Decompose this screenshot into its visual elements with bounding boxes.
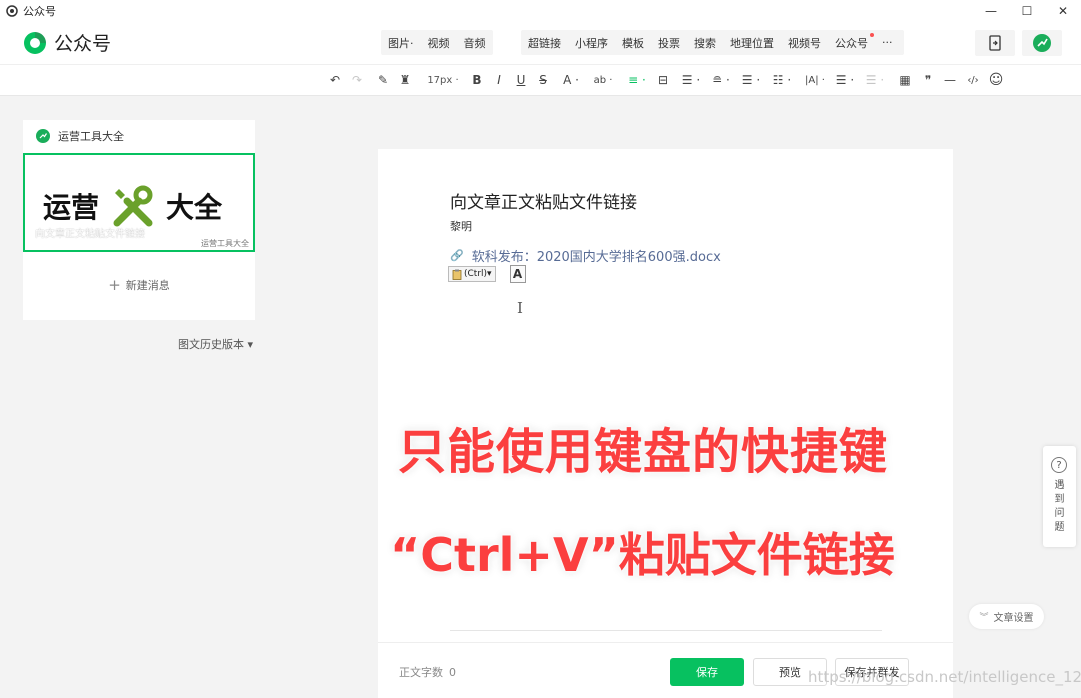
cover-text-left: 运营 [43, 191, 100, 224]
file-link-text: 软科发布：2020国内大学排名600强.docx [471, 250, 721, 265]
word-count-value: 0 [449, 666, 456, 679]
notification-dot [870, 32, 874, 37]
menu-search[interactable]: 搜索 [687, 35, 723, 51]
cover-caption: 向文章正文粘贴文件链接 [35, 229, 145, 240]
font-size-select[interactable]: 17px · [424, 65, 462, 95]
window-title-bar: 公众号 — ☐ ✕ [0, 0, 1081, 22]
paragraph-button[interactable]: ☰ · [864, 65, 886, 95]
italic-button[interactable]: I [493, 65, 505, 95]
quote-button[interactable]: ❞ [921, 65, 935, 95]
help-widget[interactable]: ? 遇到问题 [1043, 446, 1076, 547]
account-row: 运营工具大全 [36, 128, 124, 144]
undo-button[interactable]: ↶ [328, 65, 342, 95]
redo-button[interactable]: ↷ [350, 65, 364, 95]
app-header: 公众号 图片· 视频 音频 超链接 小程序 模板 投票 搜索 地理位置 视频号 … [0, 22, 1081, 64]
word-count-label: 正文字数 [399, 666, 443, 679]
link-icon: 🔗 [450, 249, 464, 262]
watermark: https://blog.csdn.net/intelligence_123 [808, 668, 1081, 686]
text-cursor-icon: I [517, 299, 523, 317]
account-avatar-icon [36, 129, 50, 143]
new-message-label: 新建消息 [125, 279, 170, 292]
ordered-list-button[interactable]: ☰ · [834, 65, 856, 95]
align-left-button[interactable]: ≡ · [626, 65, 648, 95]
app-logo-icon [6, 5, 18, 17]
menu-mini-program[interactable]: 小程序 [568, 35, 615, 51]
brand: 公众号 [22, 29, 111, 56]
font-color-button[interactable]: A · [560, 65, 582, 95]
article-settings-button[interactable]: ︾ 文章设置 [969, 604, 1044, 629]
format-painter-button[interactable]: ✎ [376, 65, 390, 95]
menu-template[interactable]: 模板 [615, 35, 651, 51]
text-format-icon[interactable]: A [509, 265, 526, 283]
phone-icon [989, 35, 1001, 51]
menu-hyperlink[interactable]: 超链接 [521, 35, 568, 51]
history-versions-link[interactable]: 图文历史版本 ▾ [178, 336, 253, 352]
menu-official-account-label: 公众号 [835, 36, 868, 50]
letter-spacing-button[interactable]: |A| · [802, 65, 828, 95]
help-label: 遇到问题 [1054, 480, 1065, 533]
strikethrough-button[interactable]: S [537, 65, 549, 95]
indent-button[interactable]: ⊟ [656, 65, 670, 95]
menu-audio[interactable]: 音频 [457, 35, 493, 51]
divider-button[interactable]: — [943, 65, 957, 95]
article-cover[interactable]: 运营 大全 向文章正文粘贴文件链接 运营工具大全 [23, 153, 255, 252]
menu-more[interactable]: ··· [875, 36, 900, 49]
plus-icon: + [108, 276, 121, 294]
annotation-line-2: “Ctrl+V”粘贴文件链接 [389, 527, 896, 583]
article-author[interactable]: 黎明 [450, 218, 472, 234]
clear-format-button[interactable]: ♜ [398, 65, 412, 95]
close-button[interactable]: ✕ [1045, 0, 1081, 22]
brand-label: 公众号 [54, 33, 112, 55]
article-settings-label: 文章设置 [993, 613, 1034, 624]
code-button[interactable]: ‹/› [964, 65, 982, 95]
maximize-button[interactable]: ☐ [1009, 0, 1045, 22]
emoji-button[interactable]: ☺ [988, 65, 1004, 95]
annotation-line-1: 只能使用键盘的快捷键 [397, 423, 889, 481]
menu-image[interactable]: 图片· [381, 35, 421, 51]
article-title[interactable]: 向文章正文粘贴文件链接 [450, 188, 637, 213]
background-color-button[interactable]: ab · [590, 65, 616, 95]
cover-mark: 运营工具大全 [201, 239, 249, 248]
menu-channels[interactable]: 视频号 [781, 35, 828, 51]
menu-official-account[interactable]: 公众号 [828, 32, 875, 51]
clipboard-icon [452, 269, 462, 280]
window-title: 公众号 [23, 5, 56, 18]
cover-text-right: 大全 [166, 191, 223, 224]
chevron-down-icon: ︾ [979, 613, 989, 623]
underline-button[interactable]: U [515, 65, 527, 95]
brand-logo-icon [24, 31, 46, 54]
menu-location[interactable]: 地理位置 [723, 35, 781, 51]
minimize-button[interactable]: — [973, 0, 1009, 22]
window-controls: — ☐ ✕ [973, 0, 1081, 22]
account-avatar-button[interactable] [1022, 30, 1062, 56]
file-link[interactable]: 🔗 软科发布：2020国内大学排名600强.docx [450, 246, 721, 265]
paste-options-label: (Ctrl)▾ [464, 269, 492, 279]
word-count: 正文字数 0 [399, 664, 456, 680]
article-list-card: 运营工具大全 运营 大全 向文章正文粘贴文件链接 运营工具大全 + 新建消息 [23, 120, 255, 320]
save-button[interactable]: 保存 [670, 658, 744, 686]
paragraph-spacing-button[interactable]: ☰ · [740, 65, 762, 95]
line-height-button[interactable]: ≘ · [710, 65, 732, 95]
insert-menu: 超链接 小程序 模板 投票 搜索 地理位置 视频号 公众号 ··· [521, 30, 904, 55]
menu-video[interactable]: 视频 [421, 35, 457, 51]
mobile-preview-button[interactable] [975, 30, 1015, 56]
tools-icon [113, 185, 153, 227]
menu-vote[interactable]: 投票 [651, 35, 687, 51]
editor-divider [450, 630, 882, 631]
avatar-icon [1033, 34, 1051, 52]
list-style-button[interactable]: ☷ · [771, 65, 793, 95]
format-toolbar: ↶ ↷ ✎ ♜ 17px · B I U S A · ab · ≡ · ⊟ ☰ … [0, 64, 1081, 96]
new-message-button[interactable]: + 新建消息 [23, 276, 255, 294]
paste-options-button[interactable]: (Ctrl)▾ [448, 266, 496, 282]
question-icon: ? [1051, 457, 1067, 473]
paste-options: (Ctrl)▾ A [448, 265, 526, 283]
align-center-button[interactable]: ☰ · [680, 65, 702, 95]
table-button[interactable]: ▦ [898, 65, 912, 95]
account-name: 运营工具大全 [58, 130, 124, 143]
media-menu: 图片· 视频 音频 [381, 30, 493, 55]
bold-button[interactable]: B [471, 65, 483, 95]
